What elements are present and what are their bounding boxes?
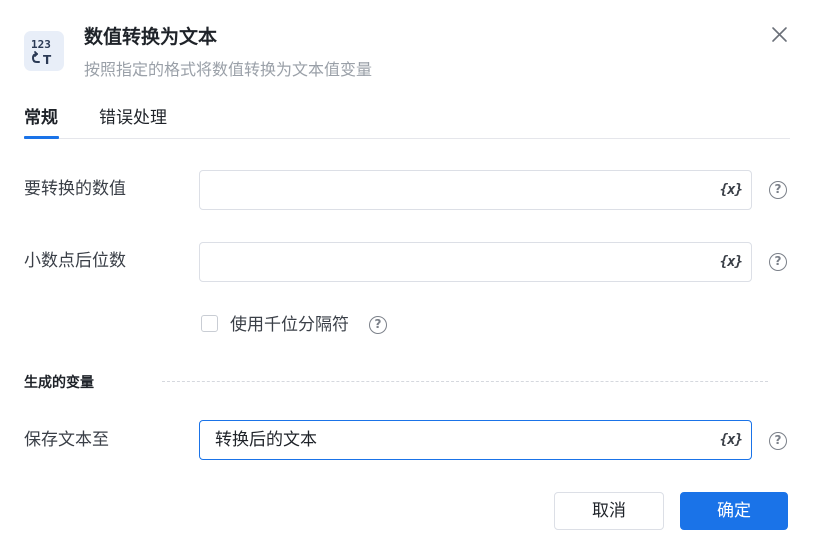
help-icon[interactable]: ? bbox=[769, 253, 787, 271]
help-icon[interactable]: ? bbox=[369, 316, 387, 334]
variable-icon[interactable]: {x} bbox=[720, 181, 743, 199]
decimal-places-input[interactable]: {x} bbox=[199, 242, 752, 282]
variable-icon[interactable]: {x} bbox=[720, 253, 743, 271]
variable-icon[interactable]: {x} bbox=[720, 431, 743, 449]
app-icon: 123 T bbox=[24, 31, 64, 71]
svg-text:T: T bbox=[43, 53, 52, 67]
save-text-to-label: 保存文本至 bbox=[24, 430, 109, 450]
decimal-places-label: 小数点后位数 bbox=[24, 251, 126, 271]
svg-text:123: 123 bbox=[31, 38, 51, 51]
section-divider bbox=[162, 381, 768, 382]
active-tab-indicator bbox=[24, 136, 59, 139]
cancel-button[interactable]: 取消 bbox=[554, 492, 664, 530]
tab-general-label: 常规 bbox=[24, 108, 58, 128]
tab-general[interactable]: 常规 bbox=[24, 106, 58, 130]
close-icon bbox=[772, 27, 787, 42]
number-to-convert-label: 要转换的数值 bbox=[24, 179, 126, 199]
dialog-subtitle: 按照指定的格式将数值转换为文本值变量 bbox=[84, 60, 373, 79]
dialog-title: 数值转换为文本 bbox=[84, 26, 218, 48]
tab-error-handling[interactable]: 错误处理 bbox=[99, 106, 167, 130]
tab-bar: 常规 错误处理 bbox=[24, 100, 790, 139]
close-button[interactable] bbox=[769, 25, 789, 45]
tab-error-handling-label: 错误处理 bbox=[99, 108, 167, 128]
number-to-text-icon: 123 T bbox=[31, 38, 52, 67]
thousands-separator-checkbox[interactable] bbox=[201, 315, 218, 332]
help-icon[interactable]: ? bbox=[769, 181, 787, 199]
confirm-button[interactable]: 确定 bbox=[680, 492, 788, 530]
save-text-to-value: 转换后的文本 bbox=[215, 430, 317, 450]
number-to-convert-input[interactable]: {x} bbox=[199, 170, 752, 210]
help-icon[interactable]: ? bbox=[769, 432, 787, 450]
output-section-title: 生成的变量 bbox=[24, 375, 94, 391]
thousands-separator-label[interactable]: 使用千位分隔符 bbox=[230, 313, 349, 337]
save-text-to-input[interactable]: 转换后的文本 {x} bbox=[199, 420, 752, 460]
